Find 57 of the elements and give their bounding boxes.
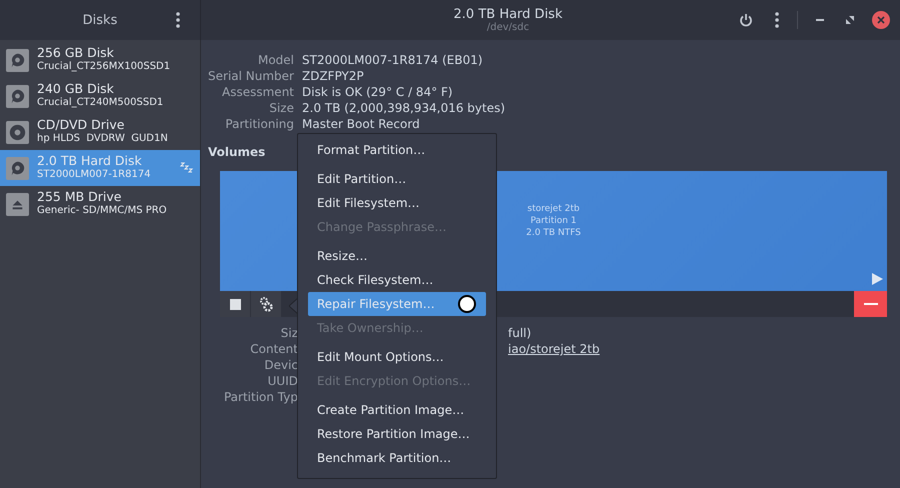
sidebar-item[interactable]: 240 GB Disk Crucial_CT240M500SSD1 bbox=[0, 78, 200, 114]
drive-name: CD/DVD Drive bbox=[37, 118, 126, 132]
detail-label: Partitioning bbox=[224, 116, 294, 132]
menu-item[interactable]: Edit Filesystem… bbox=[308, 191, 486, 215]
mount-link[interactable]: iao/storejet 2tb bbox=[508, 341, 900, 357]
settings-button[interactable] bbox=[251, 291, 282, 317]
drive-name: 256 GB Disk bbox=[37, 46, 115, 60]
detail-label: Serial Number bbox=[207, 68, 294, 84]
drive-model: Crucial_CT240M500SSD1 bbox=[37, 96, 164, 110]
detail-value: ST2000LM007-1R8174 (EB01) bbox=[302, 52, 484, 68]
detail-label: UUID bbox=[266, 373, 298, 389]
window-subtitle: /dev/sdc bbox=[486, 22, 530, 33]
detail-label: Size bbox=[268, 100, 294, 116]
play-icon[interactable] bbox=[872, 273, 883, 285]
detail-value: 2.0 TB (2,000,398,934,016 bytes) bbox=[302, 100, 506, 116]
minus-icon bbox=[864, 303, 878, 305]
sidebar-item[interactable]: CD/DVD Drive hp HLDS DVDRW GUD1N bbox=[0, 114, 200, 150]
menu-item[interactable]: Benchmark Partition… bbox=[308, 446, 486, 470]
delete-button[interactable] bbox=[854, 291, 887, 317]
drive-name: 240 GB Disk bbox=[37, 82, 115, 96]
eject-icon bbox=[6, 192, 29, 216]
partition-label: storejet 2tb bbox=[527, 203, 580, 215]
detail-value: ZDZFPY2P bbox=[302, 68, 365, 84]
optical-drive-icon bbox=[6, 120, 29, 144]
drive-model: hp HLDS DVDRW GUD1N bbox=[37, 132, 169, 146]
window-title: 2.0 TB Hard Disk bbox=[454, 7, 562, 22]
close-icon bbox=[877, 16, 885, 24]
sidebar-title: Disks bbox=[82, 12, 118, 28]
drive-model: Crucial_CT256MX100SSD1 bbox=[37, 60, 172, 74]
drive-model: Generic- SD/MMC/MS PRO bbox=[37, 204, 168, 218]
menu-item[interactable]: Resize… bbox=[308, 244, 486, 268]
detail-label: Assessment bbox=[221, 84, 294, 100]
menu-item[interactable]: Edit Mount Options… bbox=[308, 345, 486, 369]
drive-model: ST2000LM007-1R8174 bbox=[37, 168, 152, 182]
menu-item[interactable]: Check Filesystem… bbox=[308, 268, 486, 292]
detail-label: Content bbox=[249, 341, 298, 357]
detail-value: Disk is OK (29° C / 84° F) bbox=[302, 84, 454, 100]
drive-name: 2.0 TB Hard Disk bbox=[37, 154, 143, 168]
detail-label: Siz bbox=[280, 325, 298, 341]
close-button[interactable] bbox=[872, 11, 890, 29]
detail-value: full) bbox=[508, 325, 532, 341]
menu-item[interactable]: Format Partition… bbox=[308, 138, 486, 162]
detail-label: Model bbox=[256, 52, 294, 68]
section-title: Volumes bbox=[208, 145, 266, 159]
menu-item[interactable]: Restore Partition Image… bbox=[308, 422, 486, 446]
detail-label: Partition Typ bbox=[222, 389, 298, 405]
partition-label: Partition 1 bbox=[530, 215, 577, 227]
detail-label: Devic bbox=[263, 357, 298, 373]
detail-value: Master Boot Record bbox=[302, 116, 421, 132]
pointer-cursor-icon bbox=[458, 295, 476, 313]
menu-item[interactable]: Create Partition Image… bbox=[308, 398, 486, 422]
gears-icon bbox=[259, 296, 273, 312]
sidebar-item[interactable]: 256 GB Disk Crucial_CT256MX100SSD1 bbox=[0, 42, 200, 78]
stop-icon bbox=[230, 298, 240, 310]
sidebar-item[interactable]: 255 MB Drive Generic- SD/MMC/MS PRO bbox=[0, 186, 200, 222]
drive-name: 255 MB Drive bbox=[37, 190, 122, 204]
partition-label: 2.0 TB NTFS bbox=[526, 227, 581, 239]
